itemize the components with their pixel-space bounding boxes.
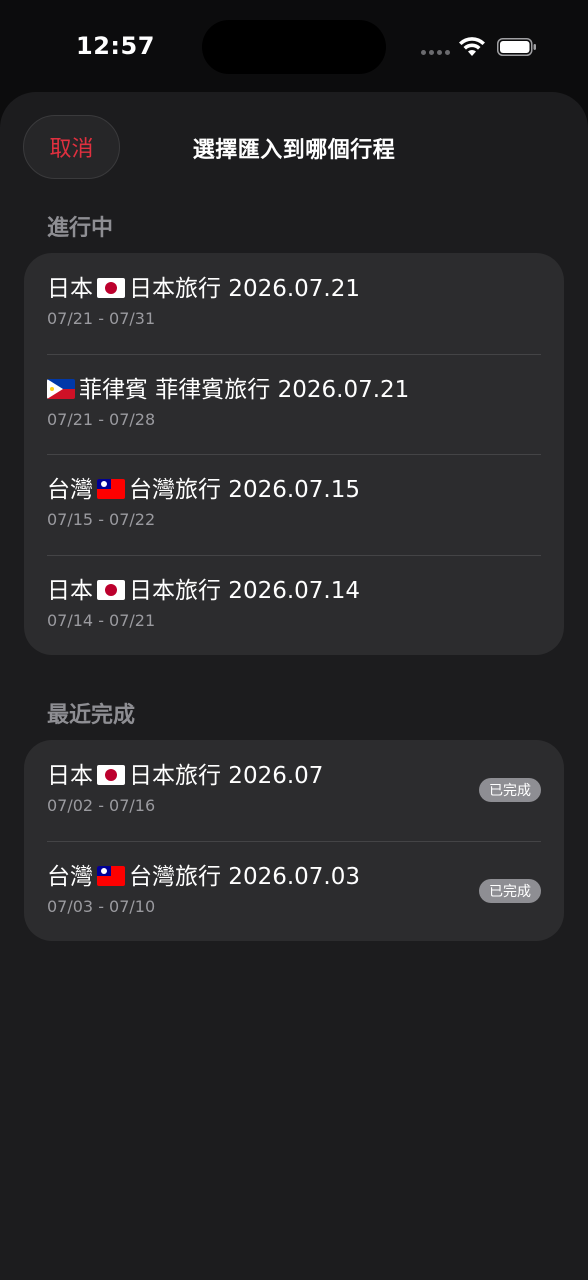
taiwan-flag-icon <box>97 479 125 499</box>
screen: 12:57 取消 選擇匯入到哪個行程 進行中 日本 日本旅行 2026.07.21… <box>0 0 588 1280</box>
completed-badge: 已完成 <box>479 878 541 903</box>
status-bar: 12:57 <box>0 0 588 92</box>
trip-dates: 07/02 - 07/16 <box>47 796 156 815</box>
japan-flag-icon <box>97 278 125 298</box>
sheet-title: 選擇匯入到哪個行程 <box>192 138 396 163</box>
trip-title: 日本 日本旅行 2026.07.21 <box>47 276 360 302</box>
trip-row[interactable]: 日本 日本旅行 2026.07 07/02 - 07/16 已完成 <box>24 740 564 841</box>
trip-dates: 07/15 - 07/22 <box>47 510 156 529</box>
status-time: 12:57 <box>76 32 155 60</box>
trip-title: 日本 日本旅行 2026.07.14 <box>47 577 360 604</box>
trip-row[interactable]: 日本 日本旅行 2026.07.21 07/21 - 07/31 <box>24 253 564 354</box>
import-sheet: 取消 選擇匯入到哪個行程 進行中 日本 日本旅行 2026.07.21 07/21… <box>0 92 588 1280</box>
ongoing-trips-card: 日本 日本旅行 2026.07.21 07/21 - 07/31 菲律賓 菲律賓旅… <box>24 253 564 655</box>
trip-dates: 07/21 - 07/31 <box>47 309 156 328</box>
wifi-icon <box>459 37 485 56</box>
trip-title: 菲律賓 菲律賓旅行 2026.07.21 <box>47 376 541 404</box>
section-header-recently-completed: 最近完成 <box>47 703 136 728</box>
taiwan-flag-icon <box>97 865 125 886</box>
japan-flag-icon <box>97 765 125 785</box>
completed-badge: 已完成 <box>479 778 541 802</box>
trip-dates: 07/21 - 07/28 <box>47 409 156 429</box>
battery-icon <box>497 38 536 56</box>
trip-row[interactable]: 日本 日本旅行 2026.07.14 07/14 - 07/21 <box>24 554 564 656</box>
completed-trips-card: 日本 日本旅行 2026.07 07/02 - 07/16 已完成 台灣 台灣旅行 … <box>24 740 564 941</box>
trip-dates: 07/03 - 07/10 <box>47 896 156 916</box>
trip-title: 日本 日本旅行 2026.07 <box>47 763 324 789</box>
japan-flag-icon <box>97 579 125 600</box>
signal-icon <box>421 50 451 58</box>
trip-dates: 07/14 - 07/21 <box>47 610 156 630</box>
trip-row[interactable]: 台灣 台灣旅行 2026.07.03 07/03 - 07/10 已完成 <box>24 840 564 942</box>
trip-title: 台灣 台灣旅行 2026.07.03 <box>47 863 360 890</box>
trip-title: 台灣 台灣旅行 2026.07.15 <box>47 477 360 503</box>
trip-row[interactable]: 菲律賓 菲律賓旅行 2026.07.21 07/21 - 07/28 <box>24 353 564 455</box>
philippines-flag-icon <box>47 378 75 399</box>
trip-row[interactable]: 台灣 台灣旅行 2026.07.15 07/15 - 07/22 <box>24 454 564 555</box>
dynamic-island <box>202 20 386 74</box>
section-header-ongoing: 進行中 <box>47 216 114 241</box>
